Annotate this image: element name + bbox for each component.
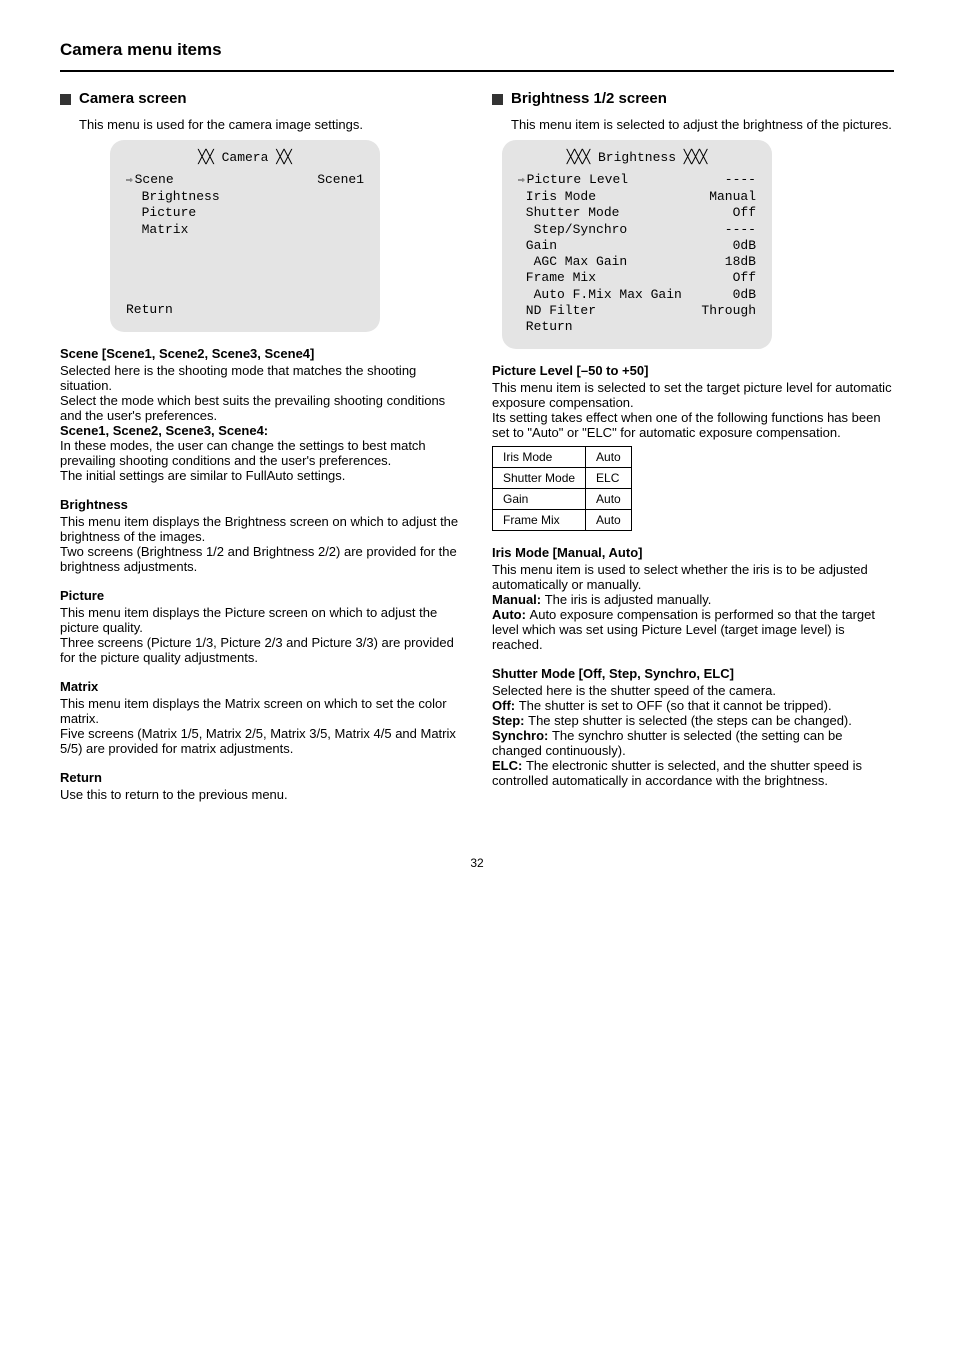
scene-title: Scene [Scene1, Scene2, Scene3, Scene4] bbox=[60, 346, 462, 361]
picture-level-body2: Its setting takes effect when one of the… bbox=[492, 410, 894, 440]
osd-row: Matrix bbox=[126, 222, 364, 238]
list-item: Off: The shutter is set to OFF (so that … bbox=[492, 698, 894, 713]
picture-level-body: This menu item is selected to set the ta… bbox=[492, 380, 894, 410]
scene-body1: Selected here is the shooting mode that … bbox=[60, 363, 462, 393]
brightness-screen-desc: This menu item is selected to adjust the… bbox=[511, 117, 894, 132]
osd-row: Shutter ModeOff bbox=[518, 205, 756, 221]
shutter-mode-body: Selected here is the shutter speed of th… bbox=[492, 683, 894, 698]
picture-title: Picture bbox=[60, 588, 462, 603]
left-column: Camera screen This menu is used for the … bbox=[60, 90, 462, 816]
osd-row: Frame MixOff bbox=[518, 270, 756, 286]
return-body: Use this to return to the previous menu. bbox=[60, 787, 462, 802]
osd-row: Picture Level---- bbox=[518, 172, 756, 189]
right-column: Brightness 1/2 screen This menu item is … bbox=[492, 90, 894, 816]
camera-screen-heading: Camera screen bbox=[79, 90, 187, 107]
osd-row: Brightness bbox=[126, 189, 364, 205]
picture-level-title: Picture Level [–50 to +50] bbox=[492, 363, 894, 378]
brightness-screen-heading: Brightness 1/2 screen bbox=[511, 90, 667, 107]
osd-row: AGC Max Gain18dB bbox=[518, 254, 756, 270]
camera-screen-desc: This menu is used for the camera image s… bbox=[79, 117, 462, 132]
square-bullet-icon bbox=[492, 94, 503, 105]
table-row: Iris ModeAuto bbox=[493, 447, 632, 468]
osd-row: Picture bbox=[126, 205, 364, 221]
return-title: Return bbox=[60, 770, 462, 785]
list-item: Step: The step shutter is selected (the … bbox=[492, 713, 894, 728]
picture-level-table: Iris ModeAutoShutter ModeELCGainAutoFram… bbox=[492, 446, 632, 531]
osd-row: Iris ModeManual bbox=[518, 189, 756, 205]
osd-row: Gain0dB bbox=[518, 238, 756, 254]
osd-row: Step/Synchro---- bbox=[518, 222, 756, 238]
matrix-body: This menu item displays the Matrix scree… bbox=[60, 696, 462, 756]
list-item: ELC: The electronic shutter is selected,… bbox=[492, 758, 894, 788]
brightness-title: Brightness bbox=[60, 497, 462, 512]
scene-list-text: In these modes, the user can change the … bbox=[60, 438, 462, 483]
matrix-title: Matrix bbox=[60, 679, 462, 694]
list-item: Synchro: The synchro shutter is selected… bbox=[492, 728, 894, 758]
osd-row: SceneScene1 bbox=[126, 172, 364, 189]
picture-body: This menu item displays the Picture scre… bbox=[60, 605, 462, 665]
osd-camera-title: ╳╳ Camera ╳╳ bbox=[126, 150, 364, 166]
osd-brightness-title: ╳╳╳ Brightness ╳╳╳ bbox=[518, 150, 756, 166]
page-number: 32 bbox=[60, 856, 894, 870]
list-item: Manual: The iris is adjusted manually. bbox=[492, 592, 894, 607]
horizontal-rule bbox=[60, 70, 894, 72]
scene-body2: Select the mode which best suits the pre… bbox=[60, 393, 462, 423]
scene-list-label: Scene1, Scene2, Scene3, Scene4: bbox=[60, 423, 268, 438]
osd-row: ND FilterThrough bbox=[518, 303, 756, 319]
square-bullet-icon bbox=[60, 94, 71, 105]
osd-row: Auto F.Mix Max Gain0dB bbox=[518, 287, 756, 303]
brightness-body: This menu item displays the Brightness s… bbox=[60, 514, 462, 574]
table-row: Frame MixAuto bbox=[493, 510, 632, 531]
osd-brightness-panel: ╳╳╳ Brightness ╳╳╳ Picture Level---- Iri… bbox=[502, 140, 772, 349]
osd-camera-panel: ╳╳ Camera ╳╳ SceneScene1 Brightness Pict… bbox=[110, 140, 380, 332]
shutter-mode-title: Shutter Mode [Off, Step, Synchro, ELC] bbox=[492, 666, 894, 681]
table-row: Shutter ModeELC bbox=[493, 468, 632, 489]
table-row: GainAuto bbox=[493, 489, 632, 510]
osd-camera-return: Return bbox=[126, 302, 364, 318]
iris-mode-title: Iris Mode [Manual, Auto] bbox=[492, 545, 894, 560]
osd-row: Return bbox=[518, 319, 756, 335]
page-title: Camera menu items bbox=[60, 40, 894, 60]
iris-mode-body: This menu item is used to select whether… bbox=[492, 562, 894, 592]
list-item: Auto: Auto exposure compensation is perf… bbox=[492, 607, 894, 652]
